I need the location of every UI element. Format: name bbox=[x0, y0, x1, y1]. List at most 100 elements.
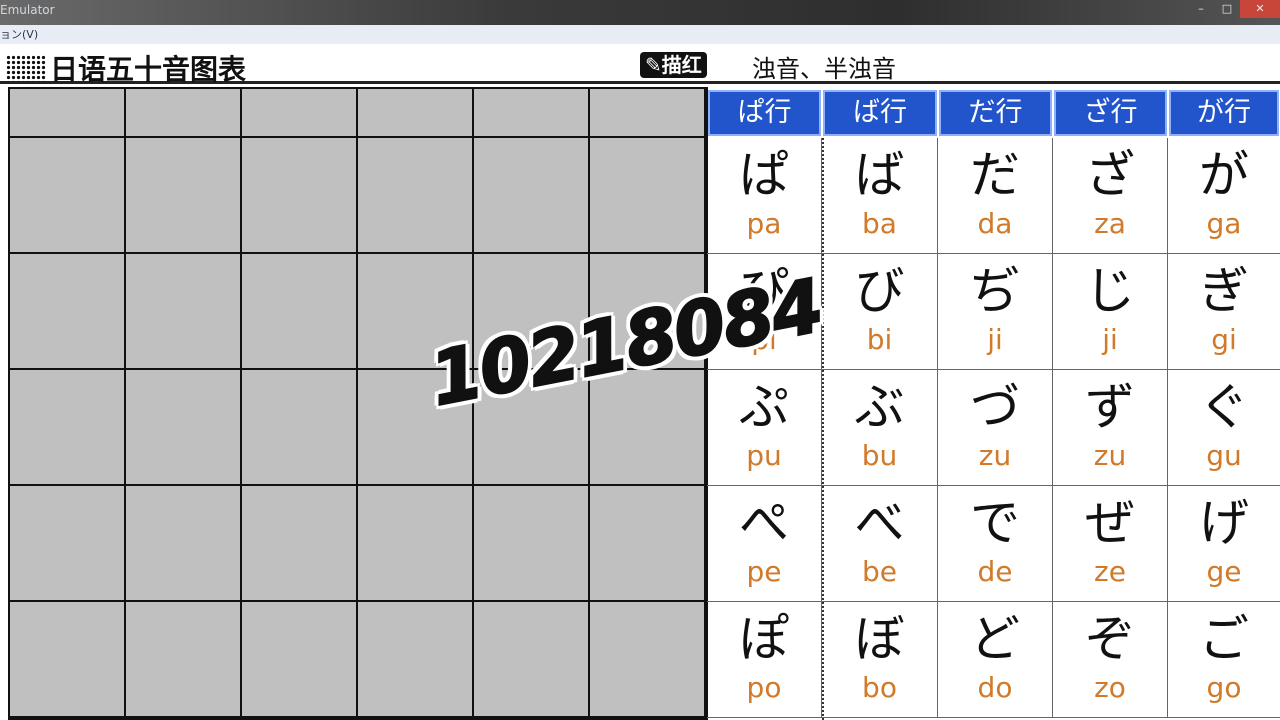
kana-cell[interactable]: び bi bbox=[822, 254, 938, 370]
grid-cell[interactable] bbox=[10, 89, 126, 138]
minimize-button[interactable]: – bbox=[1188, 0, 1214, 18]
grid-cell[interactable] bbox=[358, 486, 474, 602]
grid-cell[interactable] bbox=[242, 254, 358, 370]
kana-cell[interactable]: が ga bbox=[1168, 138, 1280, 254]
column-header-tab[interactable]: ば行 bbox=[823, 90, 937, 136]
kana-char: が bbox=[1199, 146, 1249, 204]
romaji-label: ji bbox=[987, 323, 1003, 356]
grid-cell[interactable] bbox=[590, 486, 706, 602]
kana-cell[interactable]: ざ za bbox=[1053, 138, 1168, 254]
romaji-label: ga bbox=[1206, 207, 1242, 240]
grid-cell[interactable] bbox=[590, 89, 706, 138]
trace-button[interactable]: ✎描红 bbox=[640, 52, 707, 78]
grid-cell[interactable] bbox=[126, 486, 242, 602]
kana-cell[interactable]: ず zu bbox=[1053, 370, 1168, 486]
writing-grid[interactable] bbox=[8, 87, 708, 720]
grid-cell[interactable] bbox=[126, 89, 242, 138]
grid-cell[interactable] bbox=[474, 138, 590, 254]
column-header-tab[interactable]: ざ行 bbox=[1054, 90, 1167, 136]
kana-cell[interactable]: ぞ zo bbox=[1053, 602, 1168, 718]
grid-cell[interactable] bbox=[242, 89, 358, 138]
kana-cell[interactable]: ぷ pu bbox=[707, 370, 822, 486]
kana-cell[interactable]: べ be bbox=[822, 486, 938, 602]
grid-cell[interactable] bbox=[10, 370, 126, 486]
grid-cell[interactable] bbox=[126, 254, 242, 370]
grid-cell[interactable] bbox=[242, 370, 358, 486]
kana-cell[interactable]: じ ji bbox=[1053, 254, 1168, 370]
romaji-label: ji bbox=[1102, 323, 1118, 356]
romaji-label: bo bbox=[862, 671, 897, 704]
grid-cell[interactable] bbox=[590, 602, 706, 718]
romaji-label: gu bbox=[1206, 439, 1242, 472]
grid-cell[interactable] bbox=[590, 138, 706, 254]
window-title: Emulator bbox=[0, 3, 55, 17]
kana-cell[interactable]: ぎ gi bbox=[1168, 254, 1280, 370]
grid-cell[interactable] bbox=[474, 89, 590, 138]
grid-cell[interactable] bbox=[126, 138, 242, 254]
grid-cell[interactable] bbox=[10, 602, 126, 718]
title-text: 日语五十音图表 bbox=[50, 53, 247, 86]
kana-cell[interactable]: げ ge bbox=[1168, 486, 1280, 602]
column-header-tab[interactable]: ぱ行 bbox=[708, 90, 821, 136]
grid-cell[interactable] bbox=[358, 138, 474, 254]
kana-char: ご bbox=[1199, 610, 1249, 668]
kana-cell[interactable]: ぱ pa bbox=[707, 138, 822, 254]
kana-char: だ bbox=[970, 146, 1020, 204]
kana-cell[interactable]: で de bbox=[938, 486, 1053, 602]
kana-char: で bbox=[970, 494, 1020, 552]
kana-char: ぼ bbox=[854, 610, 905, 668]
romaji-label: zu bbox=[978, 439, 1012, 472]
page-title: 日语五十音图表 bbox=[6, 48, 246, 88]
romaji-label: zo bbox=[1094, 671, 1126, 704]
kana-cell[interactable]: ぶ bu bbox=[822, 370, 938, 486]
grid-cell[interactable] bbox=[242, 486, 358, 602]
kana-char: ぞ bbox=[1085, 610, 1135, 668]
grid-cell[interactable] bbox=[10, 138, 126, 254]
kana-cell[interactable]: ぺ pe bbox=[707, 486, 822, 602]
kana-cell[interactable]: ぜ ze bbox=[1053, 486, 1168, 602]
grid-cell[interactable] bbox=[242, 138, 358, 254]
kana-char: ぱ bbox=[739, 146, 789, 204]
kana-cell[interactable]: ぼ bo bbox=[822, 602, 938, 718]
grid-cell[interactable] bbox=[126, 370, 242, 486]
romaji-label: bi bbox=[866, 323, 893, 356]
grid-cell[interactable] bbox=[242, 602, 358, 718]
close-button[interactable]: ✕ bbox=[1240, 0, 1280, 18]
kana-cell[interactable]: づ zu bbox=[938, 370, 1053, 486]
kana-char: ず bbox=[1085, 378, 1135, 436]
romaji-label: ge bbox=[1206, 555, 1242, 588]
kana-cell[interactable]: ぽ po bbox=[707, 602, 822, 718]
romaji-label: bu bbox=[861, 439, 898, 472]
kana-char: じ bbox=[1085, 262, 1135, 320]
grid-cell[interactable] bbox=[474, 602, 590, 718]
kana-char: ぜ bbox=[1085, 494, 1135, 552]
kana-cell[interactable]: だ da bbox=[938, 138, 1053, 254]
menu-view[interactable]: ョン(V) bbox=[0, 28, 38, 41]
kana-char: ぎ bbox=[1199, 262, 1249, 320]
mode-label: 浊音、半浊音 bbox=[752, 55, 896, 83]
grid-cell[interactable] bbox=[358, 89, 474, 138]
grid-cell[interactable] bbox=[126, 602, 242, 718]
kana-cell[interactable]: ご go bbox=[1168, 602, 1280, 718]
kana-cell[interactable]: ば ba bbox=[822, 138, 938, 254]
grid-cell[interactable] bbox=[474, 486, 590, 602]
grid-cell[interactable] bbox=[10, 486, 126, 602]
column-header-tab[interactable]: だ行 bbox=[939, 90, 1052, 136]
romaji-label: za bbox=[1094, 207, 1126, 240]
maximize-button[interactable]: □ bbox=[1214, 0, 1240, 18]
kana-cell[interactable]: ど do bbox=[938, 602, 1053, 718]
grid-cell[interactable] bbox=[358, 602, 474, 718]
column-header-tab[interactable]: が行 bbox=[1169, 90, 1279, 136]
kana-cell[interactable]: ぢ ji bbox=[938, 254, 1053, 370]
divider bbox=[822, 138, 824, 720]
romaji-label: go bbox=[1206, 671, 1242, 704]
kana-char: べ bbox=[854, 494, 905, 552]
menu-bar: ョン(V) bbox=[0, 25, 1280, 44]
kana-char: ぢ bbox=[970, 262, 1020, 320]
grid-cell[interactable] bbox=[10, 254, 126, 370]
kana-char: び bbox=[854, 262, 905, 320]
kana-cell[interactable]: ぐ gu bbox=[1168, 370, 1280, 486]
kana-char: ぽ bbox=[739, 610, 789, 668]
kana-char: ざ bbox=[1085, 146, 1135, 204]
title-bar: Emulator – □ ✕ bbox=[0, 0, 1280, 25]
